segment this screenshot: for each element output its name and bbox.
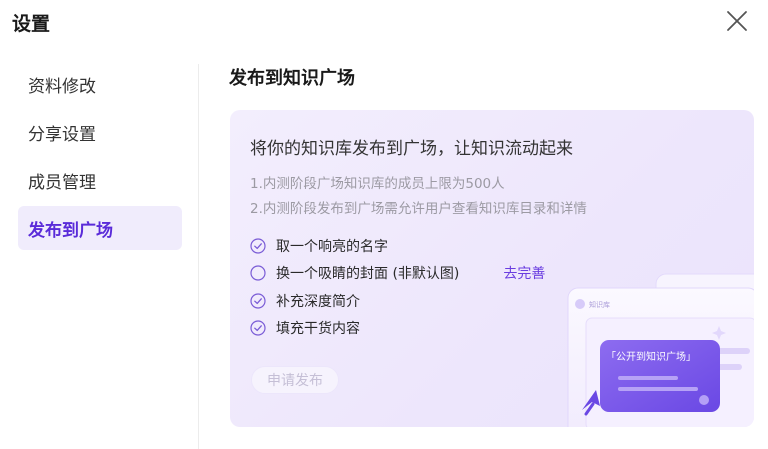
card-heading: 将你的知识库发布到广场，让知识流动起来 [250, 139, 573, 159]
vertical-divider [198, 64, 199, 449]
note-visibility: 2.内测阶段发布到广场需允许用户查看知识库目录和详情 [250, 201, 587, 217]
check-circle-icon [250, 238, 266, 254]
close-button[interactable] [722, 6, 752, 36]
illustration-window-label: 知识库 [589, 300, 610, 309]
checklist-item-content: 填充干货内容 [250, 315, 590, 343]
sidebar-item-label: 发布到广场 [28, 220, 113, 241]
apply-publish-button[interactable]: 申请发布 [251, 366, 339, 394]
checklist-item-cover: 换一个吸睛的封面 (非默认图) 去完善 [250, 260, 590, 288]
publish-card: 将你的知识库发布到广场，让知识流动起来 1.内测阶段广场知识库的成员上限为500… [230, 110, 754, 427]
requirements-checklist: 取一个响亮的名字 换一个吸睛的封面 (非默认图) 去完善 补充深度简介 填充干货… [250, 232, 590, 342]
checklist-item-intro: 补充深度简介 [250, 287, 590, 315]
sidebar-item-members[interactable]: 成员管理 [18, 158, 182, 202]
checklist-item-label: 取一个响亮的名字 [276, 238, 388, 255]
dialog-title: 设置 [12, 13, 51, 35]
checklist-item-label: 换一个吸睛的封面 (非默认图) [276, 266, 460, 283]
sidebar-item-label: 资料修改 [28, 76, 96, 97]
check-circle-icon [250, 320, 266, 336]
empty-circle-icon [250, 265, 266, 281]
settings-sidebar: 资料修改 分享设置 成员管理 发布到广场 [18, 62, 182, 254]
sidebar-item-label: 成员管理 [28, 172, 96, 193]
checklist-item-label: 填充干货内容 [276, 321, 360, 338]
close-icon [727, 11, 747, 31]
complete-cover-link[interactable]: 去完善 [503, 263, 545, 283]
checklist-item-name: 取一个响亮的名字 [250, 232, 590, 260]
illustration-badge-text: 「公开到知识广场」 [606, 350, 696, 363]
sidebar-item-share[interactable]: 分享设置 [18, 110, 182, 154]
section-title: 发布到知识广场 [229, 68, 355, 89]
publish-illustration: 知识库 「公开到知识广场」 [556, 260, 754, 427]
check-circle-icon [250, 293, 266, 309]
sidebar-item-publish[interactable]: 发布到广场 [18, 206, 182, 250]
note-member-limit: 1.内测阶段广场知识库的成员上限为500人 [250, 176, 505, 192]
sidebar-item-label: 分享设置 [28, 124, 96, 145]
checklist-item-label: 补充深度简介 [276, 293, 360, 310]
sidebar-item-profile[interactable]: 资料修改 [18, 62, 182, 106]
